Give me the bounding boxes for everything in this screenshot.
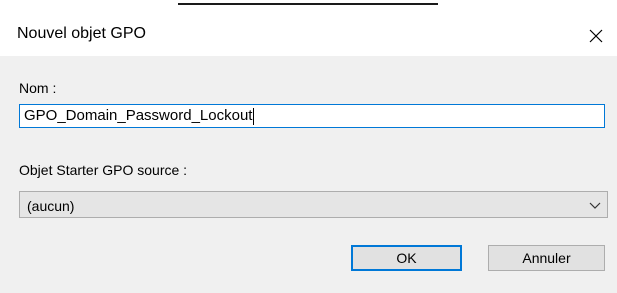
name-label: Nom : <box>19 80 57 96</box>
starter-gpo-selected-value: (aucun) <box>27 198 75 214</box>
text-caret <box>253 107 255 125</box>
dialog-title: Nouvel objet GPO <box>17 25 146 42</box>
close-button[interactable] <box>582 22 610 50</box>
cancel-button[interactable]: Annuler <box>488 245 605 271</box>
dialog-content: Nom : GPO_Domain_Password_Lockout Objet … <box>0 56 617 281</box>
close-icon <box>589 29 603 43</box>
background-window-border <box>178 3 438 5</box>
starter-gpo-select[interactable]: (aucun) <box>19 191 608 218</box>
chevron-down-icon <box>589 202 601 209</box>
background-window-edge <box>0 0 617 6</box>
name-input-value: GPO_Domain_Password_Lockout <box>24 107 253 124</box>
starter-gpo-label: Objet Starter GPO source : <box>19 162 188 178</box>
ok-button[interactable]: OK <box>351 245 462 271</box>
dialog-title-bar[interactable]: Nouvel objet GPO <box>0 8 617 56</box>
name-input[interactable]: GPO_Domain_Password_Lockout <box>19 104 605 128</box>
dialog-bottom-edge <box>0 281 617 293</box>
